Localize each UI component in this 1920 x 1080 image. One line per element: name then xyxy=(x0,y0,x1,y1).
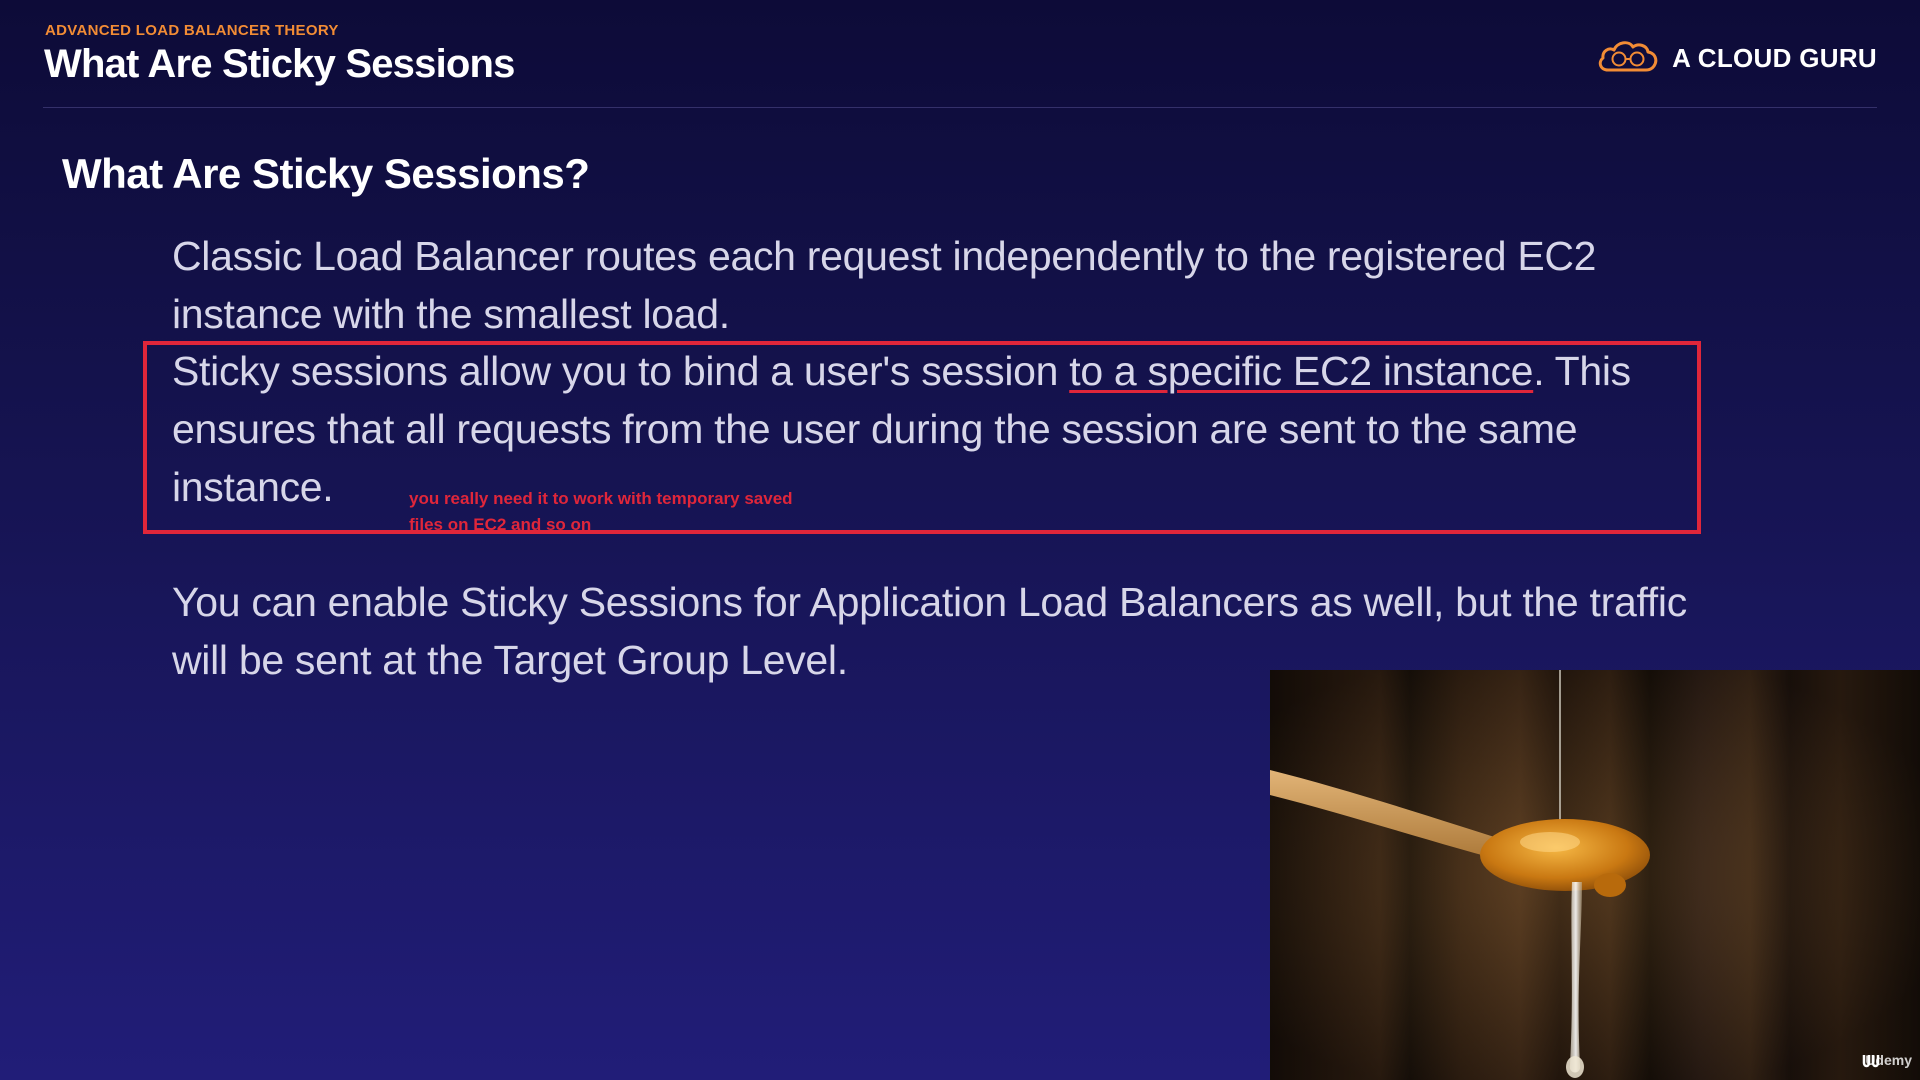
eyebrow-label: ADVANCED LOAD BALANCER THEORY xyxy=(45,22,339,39)
highlight-box xyxy=(143,341,1701,534)
slide-heading: What Are Sticky Sessions? xyxy=(62,150,590,197)
cloud-logo-icon xyxy=(1596,36,1660,81)
brand-name: A CLOUD GURU xyxy=(1672,43,1877,73)
page-title: What Are Sticky Sessions xyxy=(44,42,515,86)
paragraph-classic-lb: Classic Load Balancer routes each reques… xyxy=(172,233,1597,337)
handwritten-annotation: you really need it to work with temporar… xyxy=(409,489,793,534)
udemy-watermark: Udemy xyxy=(1861,1052,1912,1068)
brand-logo: A CLOUD GURU xyxy=(1596,36,1877,81)
header-divider xyxy=(43,107,1877,108)
honey-photo: Udemy xyxy=(1270,670,1920,1080)
